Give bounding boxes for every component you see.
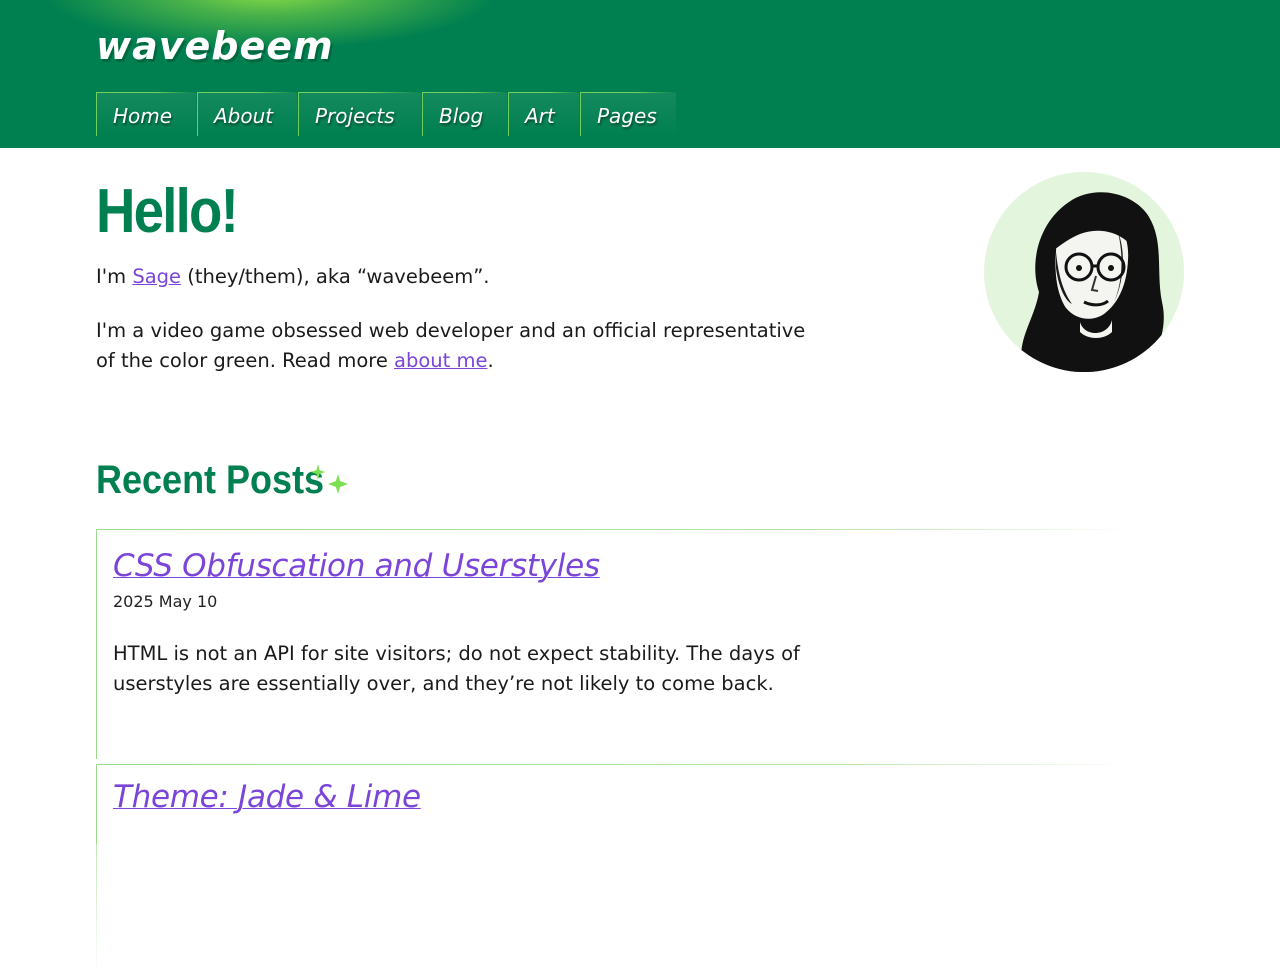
post-card: Theme: Jade & Lime: [96, 764, 1136, 975]
site-header: wavebeem Home About Projects Blog Art Pa…: [0, 0, 1280, 148]
post-date: 2025 May 10: [113, 592, 218, 611]
nav-blog[interactable]: Blog: [422, 92, 507, 136]
post-title-link[interactable]: Theme: Jade & Lime: [113, 779, 421, 815]
intro-line-1: I'm Sage (they/them), aka “wavebeem”.: [96, 262, 816, 292]
nav-projects[interactable]: Projects: [298, 92, 421, 136]
intro-prefix: I'm: [96, 265, 133, 288]
nav-art[interactable]: Art: [508, 92, 579, 136]
intro-end: .: [487, 349, 494, 372]
portrait-image: [1021, 192, 1164, 372]
avatar: [984, 172, 1184, 372]
intro-suffix: (they/them), aka “wavebeem”.: [181, 265, 490, 288]
nav-about[interactable]: About: [197, 92, 297, 136]
card-border-fade: [96, 530, 97, 740]
nav-home[interactable]: Home: [96, 92, 196, 136]
card-border-fade: [96, 765, 97, 975]
intro-line-2: I'm a video game obsessed web developer …: [96, 316, 816, 376]
post-card: CSS Obfuscation and Userstyles 2025 May …: [96, 529, 1136, 759]
post-summary: HTML is not an API for site visitors; do…: [113, 642, 800, 695]
site-logo[interactable]: wavebeem: [96, 24, 334, 68]
sparkles-icon: [311, 464, 348, 494]
post-title-link[interactable]: CSS Obfuscation and Userstyles: [113, 548, 600, 584]
nav-pages[interactable]: Pages: [580, 92, 676, 136]
about-me-link[interactable]: about me: [394, 349, 487, 372]
recent-posts-heading: Recent Posts: [96, 458, 325, 502]
name-link[interactable]: Sage: [132, 265, 181, 288]
page-title: Hello!: [96, 177, 239, 246]
